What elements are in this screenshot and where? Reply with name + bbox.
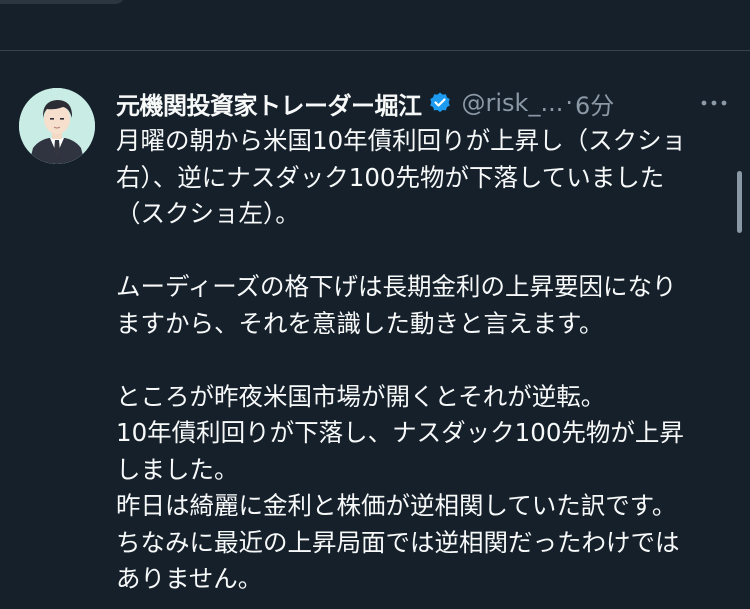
tweet-line: しました。 [116,454,239,484]
tweet-header: 元機関投資家トレーダー堀江 @risk_... · 6分 [116,85,614,121]
avatar[interactable] [19,88,95,164]
tweet-line: ますから、それを意識した動きと言えます。 [116,308,604,338]
tweet-line: 10年債利回りが下落し、ナスダック100先物が上昇 [116,418,684,447]
tweet-line: （スクショ左）。 [116,199,300,228]
more-options-icon[interactable] [694,91,734,115]
tweet-line: 右）、逆にナスダック100先物が下落していました [116,162,665,192]
verified-badge-icon [428,91,452,115]
top-strip [0,0,750,50]
timestamp[interactable]: 6分 [575,86,614,121]
tweet-card[interactable]: 元機関投資家トレーダー堀江 @risk_... · 6分 月曜の朝から米国10年… [0,51,750,609]
tweet-line: ところが昨夜米国市場が開くとそれが逆転。 [116,381,606,411]
top-button-edge[interactable] [0,0,125,4]
separator-dot: · [565,89,573,117]
tweet-line: 昨日は綺麗に金利と株価が逆相関していた訳です。 [116,491,677,520]
tweet-line: 月曜の朝から米国10年債利回りが上昇し（スクショ [116,126,687,155]
tweet-blank-line [116,342,728,379]
tweet-text: 月曜の朝から米国10年債利回りが上昇し（スクショ 右）、逆にナスダック100先物… [116,123,728,598]
author-name[interactable]: 元機関投資家トレーダー堀江 [116,86,422,121]
avatar-illustration [19,88,95,164]
tweet-line: ありません。 [116,564,263,593]
author-handle[interactable]: @risk_... [462,89,564,117]
tweet-line: ちなみに最近の上昇局面では逆相関だったわけでは [116,527,680,557]
scrollbar-thumb[interactable] [737,171,742,233]
tweet-line: ムーディーズの格下げは長期金利の上昇要因になり [116,272,677,301]
tweet-blank-line [116,233,728,270]
